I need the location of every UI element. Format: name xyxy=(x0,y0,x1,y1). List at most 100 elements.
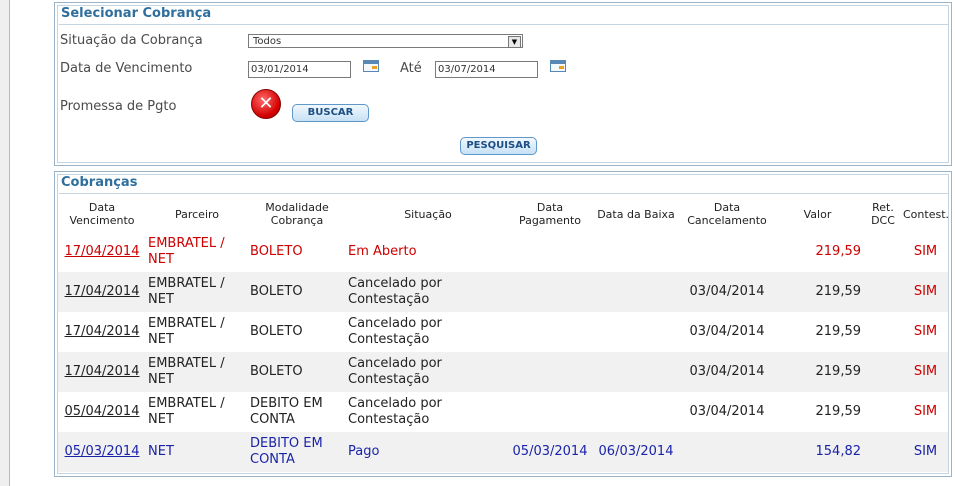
error-x-icon[interactable]: ✕ xyxy=(251,89,281,119)
header-ret-dcc: Ret. DCC xyxy=(871,201,895,227)
cell-modalidade: DEBITO EM CONTA xyxy=(248,432,346,472)
cobrancas-panel-title: Cobranças xyxy=(59,173,949,194)
cell-data-baixa: 06/03/2014 xyxy=(590,432,682,472)
cell-data-pagamento xyxy=(510,312,590,352)
vencimento-link[interactable]: 05/04/2014 xyxy=(65,404,140,419)
header-modalidade: Modalidade Cobrança xyxy=(265,201,329,227)
vencimento-link[interactable]: 17/04/2014 xyxy=(65,244,140,259)
cell-data-baixa xyxy=(590,352,682,392)
date-to-input[interactable]: 03/07/2014 xyxy=(435,61,538,78)
header-contest: Contest. xyxy=(903,207,950,221)
cell-data-pagamento xyxy=(510,232,590,272)
cell-data-pagamento: 05/03/2014 xyxy=(510,432,590,472)
vencimento-link[interactable]: 17/04/2014 xyxy=(65,324,140,339)
header-parceiro: Parceiro xyxy=(174,207,220,221)
cell-parceiro: EMBRATEL / NET xyxy=(148,236,225,267)
cell-data-vencimento: 05/04/2014 xyxy=(58,392,146,432)
vencimento-link[interactable]: 17/04/2014 xyxy=(65,364,140,379)
cell-ret-dcc xyxy=(863,232,903,272)
table-row[interactable]: 17/04/2014 EMBRATEL / NET BOLETO Em Aberto 21… xyxy=(58,232,948,272)
cell-contest: SIM xyxy=(913,244,938,259)
cell-data-vencimento: 17/04/2014 xyxy=(58,232,146,272)
cell-situacao: Cancelado por Contestação xyxy=(348,316,442,347)
cell-modalidade: BOLETO xyxy=(250,324,303,339)
table-row[interactable]: 05/04/2014 EMBRATEL / NET DEBITO EM CONTA Can… xyxy=(58,392,948,432)
cell-data-cancelamento: 03/04/2014 xyxy=(682,352,772,392)
vencimento-link[interactable]: 05/03/2014 xyxy=(65,444,140,459)
cell-data-baixa xyxy=(590,312,682,352)
cell-contest: SIM xyxy=(903,272,948,312)
cell-modalidade: BOLETO xyxy=(248,272,346,312)
cell-valor: 219,59 xyxy=(815,404,862,419)
cell-data-cancelamento: 03/04/2014 xyxy=(682,272,772,312)
cell-ret-dcc xyxy=(863,392,903,432)
cell-data-baixa xyxy=(590,272,682,312)
cell-data-pagamento xyxy=(510,392,590,432)
vencimento-link[interactable]: 17/04/2014 xyxy=(65,284,140,299)
cell-data-pagamento xyxy=(510,352,590,392)
table-row[interactable]: 17/04/2014 EMBRATEL / NET BOLETO Cancelado p… xyxy=(58,312,948,352)
header-data-baixa: Data da Baixa xyxy=(597,207,675,221)
header-data-vencimento: Data Vencimento xyxy=(69,201,135,227)
cell-valor: 154,82 xyxy=(772,432,863,472)
cell-contest: SIM xyxy=(913,404,938,419)
situacao-label: Situação da Cobrança xyxy=(60,33,203,48)
table-row[interactable]: 17/04/2014 EMBRATEL / NET BOLETO Cancelado p… xyxy=(58,352,948,392)
cell-situacao: Em Aberto xyxy=(348,244,417,259)
cell-situacao: Pago xyxy=(346,432,510,472)
chevron-down-icon[interactable]: ▼ xyxy=(508,36,521,48)
table-row[interactable]: 05/03/2014 NET DEBITO EM CONTA Pago 05/03/201… xyxy=(58,432,948,472)
cell-situacao: Cancelado por Contestação xyxy=(346,352,510,392)
cell-modalidade: BOLETO xyxy=(250,244,303,259)
table-row[interactable]: 17/04/2014 EMBRATEL / NET BOLETO Cancelado p… xyxy=(58,272,948,312)
cell-data-vencimento: 17/04/2014 xyxy=(58,352,146,392)
cell-parceiro: EMBRATEL / NET xyxy=(146,352,248,392)
promessa-label: Promessa de Pgto xyxy=(60,99,177,114)
header-data-pagamento: Data Pagamento xyxy=(518,201,582,227)
cell-situacao: Cancelado por Contestação xyxy=(346,272,510,312)
cell-valor: 219,59 xyxy=(772,272,863,312)
cell-data-cancelamento: 03/04/2014 xyxy=(689,324,765,339)
cell-data-vencimento: 17/04/2014 xyxy=(58,312,146,352)
header-valor: Valor xyxy=(803,207,832,221)
cell-contest: SIM xyxy=(903,432,948,472)
cell-modalidade: DEBITO EM CONTA xyxy=(250,396,323,427)
vencimento-label: Data de Vencimento xyxy=(60,61,193,76)
cell-parceiro: EMBRATEL / NET xyxy=(148,396,225,427)
header-data-cancelamento: Data Cancelamento xyxy=(687,201,767,227)
cell-contest: SIM xyxy=(913,324,938,339)
cell-parceiro: EMBRATEL / NET xyxy=(146,272,248,312)
filter-panel: Selecionar Cobrança Situação da Cobrança… xyxy=(54,2,952,166)
date-from-input[interactable]: 03/01/2014 xyxy=(248,61,351,78)
cell-contest: SIM xyxy=(903,352,948,392)
cell-ret-dcc xyxy=(863,272,903,312)
cell-data-vencimento: 05/03/2014 xyxy=(58,432,146,472)
situacao-selected-value: Todos xyxy=(253,36,282,47)
cell-valor: 219,59 xyxy=(815,244,862,259)
calendar-icon[interactable] xyxy=(363,60,379,72)
cell-data-cancelamento: 03/04/2014 xyxy=(689,404,765,419)
cell-data-cancelamento xyxy=(682,232,772,272)
table-header-row: Data Vencimento Parceiro Modalidade Cobran… xyxy=(58,196,950,232)
cell-data-vencimento: 17/04/2014 xyxy=(58,272,146,312)
cobrancas-table: Data Vencimento Parceiro Modalidade Cobran… xyxy=(58,196,950,472)
ate-label: Até xyxy=(400,61,422,76)
cell-data-pagamento xyxy=(510,272,590,312)
cell-valor: 219,59 xyxy=(772,352,863,392)
cell-valor: 219,59 xyxy=(815,324,862,339)
cell-parceiro: EMBRATEL / NET xyxy=(148,316,225,347)
cell-parceiro: NET xyxy=(146,432,248,472)
cell-data-baixa xyxy=(590,392,682,432)
cell-data-cancelamento xyxy=(682,432,772,472)
cell-situacao: Cancelado por Contestação xyxy=(348,396,442,427)
cell-ret-dcc xyxy=(863,312,903,352)
cobrancas-panel: Cobranças Data Vencimento Parceiro Modali… xyxy=(54,171,952,477)
situacao-select[interactable]: Todos ▼ xyxy=(248,34,523,48)
header-situacao: Situação xyxy=(404,207,452,221)
pesquisar-button[interactable]: PESQUISAR xyxy=(460,137,537,155)
calendar-icon[interactable] xyxy=(550,60,566,72)
cell-modalidade: BOLETO xyxy=(248,352,346,392)
cell-ret-dcc xyxy=(863,352,903,392)
filter-panel-title: Selecionar Cobrança xyxy=(59,4,949,25)
buscar-button[interactable]: BUSCAR xyxy=(292,104,369,122)
